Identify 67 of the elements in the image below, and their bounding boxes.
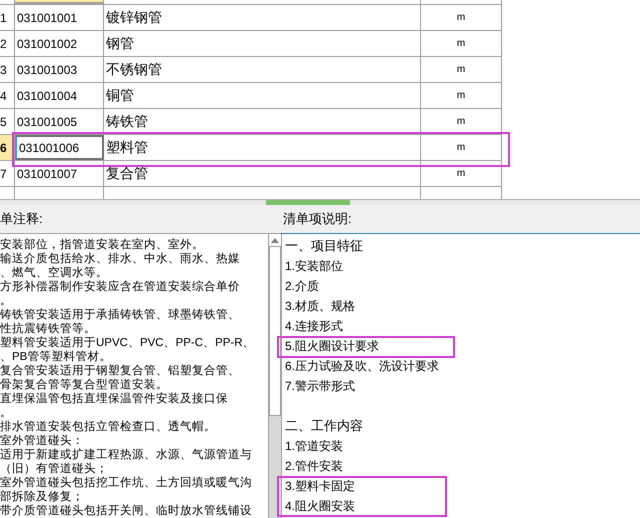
note-line: 。 [0,294,12,308]
unit-cell-text: m [456,115,466,129]
description-item: 4.阻火圈安装 [285,498,356,515]
note-line: 排水管道安装包括立管检查口、透气帽。 [0,420,216,434]
note-line: 。 [0,406,12,420]
code-cell: 031001003 [15,57,104,82]
note-line: （旧）有管道碰头； [0,462,108,476]
scrollbar[interactable] [268,234,281,518]
name-cell: 钢管 [104,31,421,56]
note-line: 直埋保温管包括直埋保温管件安装及接口保 [0,392,228,406]
note-line: 室外管道碰头包括挖工作坑、土方回填或暖气沟 [0,476,252,490]
panel-title: 清单项说明: [283,210,352,228]
code-cell: 031001004 [15,83,104,108]
note-line: 铸铁管安装适用于承插铸铁管、球墨铸铁管、 [0,308,240,322]
section-heading: 一、项目特征 [285,237,363,255]
note-line: 输送介质包括给水、排水、中水、雨水、热媒 [0,252,240,266]
note-line: 方形补偿器制作安装应含在管道安装综合单价 [0,280,240,294]
row-number[interactable]: 7 [0,161,15,186]
note-line: 安装部位，指管道安装在室内、室外。 [0,238,204,252]
note-line: 室外管道碰头： [0,434,84,448]
scroll-up-icon[interactable] [269,234,281,246]
note-line: 适用于新建或扩建工程热源、水源、气源管道与 [0,448,252,462]
code-cell: 031001001 [15,5,104,30]
unit-cell-text: m [456,141,466,155]
name-cell: 镀锌钢管 [104,5,421,30]
description-item: 6.压力试验及吹、洗设计要求 [285,358,440,375]
unit-cell-text: m [456,11,466,25]
panel-title: 单注释: [0,210,43,228]
row-number[interactable]: 3 [0,57,15,82]
description-item: 1.管道安装 [285,438,344,455]
description-item: 4.连接形式 [285,318,344,335]
description-item: 5.阻火圈设计要求 [285,338,380,355]
row-number[interactable]: 4 [0,83,15,108]
description-item: 3.材质、规格 [285,298,356,315]
note-line: 部拆除及修复； [0,490,84,504]
unit-cell-text: m [456,63,466,77]
section-heading: 二、工作内容 [285,417,363,435]
name-cell: 不锈钢管 [104,57,421,82]
name-cell: 铜管 [104,83,421,108]
name-cell: 铸铁管 [104,109,421,134]
note-line: 、PB管等塑料管材。 [0,350,112,364]
note-line: 塑料管安装适用于UPVC、PVC、PP-C、PP-R、 [0,336,255,350]
code-cell: 031001007 [15,161,104,186]
description-item: 2.介质 [285,278,320,295]
note-line: 性抗震铸铁管等。 [0,322,96,336]
scroll-thumb[interactable] [269,246,281,416]
code-cell: 031001006 [15,135,104,160]
note-line: 骨架复合管等复合型管道安装。 [0,378,168,392]
description-item: 1.安装部位 [285,258,344,275]
description-item: 3.塑料卡固定 [285,478,356,495]
code-cell: 031001002 [15,31,104,56]
note-line: 复合管安装适用于钢塑复合管、铝塑复合管、 [0,364,240,378]
name-cell: 塑料管 [104,135,421,160]
unit-cell-text: m [456,89,466,103]
note-line: 、燃气、空调水等。 [0,266,108,280]
code-cell: 031001005 [15,109,104,134]
description-item: 2.管件安装 [285,458,344,475]
column-header[interactable] [15,0,104,4]
row-number[interactable]: 5 [0,109,15,134]
unit-cell-text: m [456,37,466,51]
splitter-handle[interactable] [266,200,350,205]
description-item: 7.警示带形式 [285,378,356,395]
row-number[interactable]: 1 [0,5,15,30]
name-cell: 复合管 [104,161,421,186]
unit-cell-text: m [456,167,466,181]
note-line: 带介质管道碰头包括开关闸、临时放水管线铺设 [0,504,252,518]
row-number[interactable]: 2 [0,31,15,56]
